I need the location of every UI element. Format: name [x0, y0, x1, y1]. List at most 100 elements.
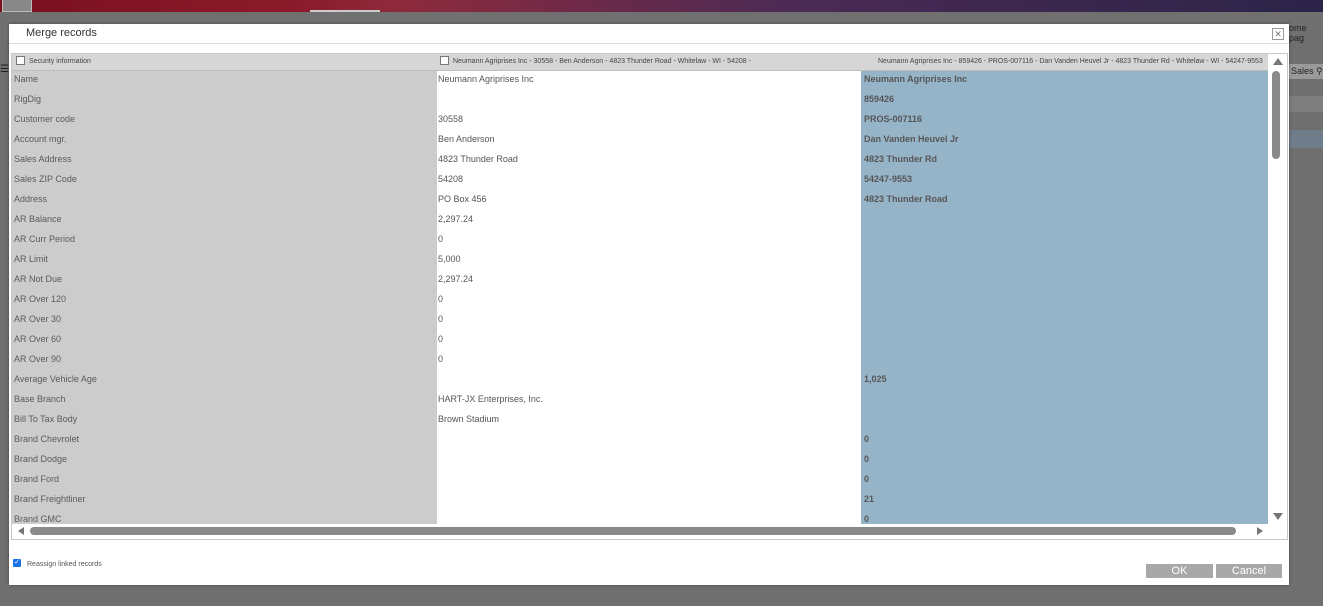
- record-2-value[interactable]: 4823 Thunder Road: [864, 194, 948, 204]
- grid-header: Security information Neumann Agriprises …: [12, 54, 1268, 71]
- field-label: Brand Dodge: [14, 454, 68, 464]
- reassign-label: Reassign linked records: [27, 560, 102, 568]
- table-row: AR Over 90 0: [12, 351, 1268, 371]
- horizontal-scrollbar[interactable]: [12, 524, 1268, 538]
- field-label: AR Over 90: [14, 354, 62, 364]
- sales-search-button: Sales ⚲: [1288, 64, 1323, 79]
- record-2-value[interactable]: 0: [864, 514, 869, 524]
- record-1-value[interactable]: 54208: [438, 174, 463, 184]
- record-1-value[interactable]: Neumann Agriprises Inc: [438, 74, 534, 84]
- table-row: AR Over 30 0: [12, 311, 1268, 331]
- record-2-value[interactable]: 0: [864, 474, 869, 484]
- table-row: AR Limit 5,000: [12, 251, 1268, 271]
- scroll-up-icon[interactable]: [1273, 58, 1283, 65]
- record-2-value[interactable]: 4823 Thunder Rd: [864, 154, 937, 164]
- field-label: AR Over 60: [14, 334, 62, 344]
- grid-rows: Name Neumann Agriprises Inc Neumann Agripr…: [12, 71, 1268, 524]
- ok-button[interactable]: OK: [1146, 564, 1213, 578]
- field-label: RigDig: [14, 94, 42, 104]
- field-label: AR Over 30: [14, 314, 62, 324]
- table-row: Base Branch HART-JX Enterprises, Inc.: [12, 391, 1268, 411]
- close-icon[interactable]: ✕: [1272, 28, 1284, 40]
- table-row: Address PO Box 456 4823 Thunder Road: [12, 191, 1268, 211]
- record-2-value[interactable]: 859426: [864, 94, 894, 104]
- table-row: Brand Ford 0: [12, 471, 1268, 491]
- field-label: Name: [14, 74, 39, 84]
- horizontal-scroll-thumb[interactable]: [30, 527, 1236, 535]
- record-1-value[interactable]: 0: [438, 234, 443, 244]
- field-label: Sales ZIP Code: [14, 174, 77, 184]
- scroll-right-icon[interactable]: [1257, 527, 1263, 535]
- background-row: [1288, 96, 1323, 112]
- table-row: Brand GMC 0: [12, 511, 1268, 524]
- record-1-value[interactable]: 4823 Thunder Road: [438, 154, 518, 164]
- record-1-value[interactable]: 30558: [438, 114, 463, 124]
- field-label: Customer code: [14, 114, 76, 124]
- app-top-bar: [0, 0, 1323, 12]
- table-row: Brand Dodge 0: [12, 451, 1268, 471]
- field-label: Brand GMC: [14, 514, 62, 524]
- field-label: AR Over 120: [14, 294, 67, 304]
- merge-records-dialog: Merge records ✕ Security information Neu…: [9, 24, 1289, 585]
- record-1-value[interactable]: Brown Stadium: [438, 414, 499, 424]
- record-1-value[interactable]: 2,297.24: [438, 214, 473, 224]
- record-1-value[interactable]: 0: [438, 354, 443, 364]
- record-1-value[interactable]: 0: [438, 314, 443, 324]
- field-label: AR Limit: [14, 254, 49, 264]
- table-row: Bill To Tax Body Brown Stadium: [12, 411, 1268, 431]
- record-1-value[interactable]: PO Box 456: [438, 194, 487, 204]
- table-row: Account mgr. Ben Anderson Dan Vanden Heuve…: [12, 131, 1268, 151]
- table-row: AR Balance 2,297.24: [12, 211, 1268, 231]
- record-2-value[interactable]: Neumann Agriprises Inc: [864, 74, 967, 84]
- field-label: Account mgr.: [14, 134, 67, 144]
- record-1-value[interactable]: 0: [438, 294, 443, 304]
- table-row: AR Curr Period 0: [12, 231, 1268, 251]
- header-record-2: Neumann Agriprises Inc - 859426 - PROS-0…: [878, 58, 1264, 65]
- background-row-selected: [1288, 130, 1323, 148]
- cancel-button[interactable]: Cancel: [1216, 564, 1282, 578]
- field-label: Bill To Tax Body: [14, 414, 78, 424]
- header-security-information: Security information: [16, 54, 436, 70]
- record-2-value[interactable]: 54247-9553: [864, 174, 912, 184]
- record-2-value[interactable]: 0: [864, 434, 869, 444]
- record-2-value[interactable]: 21: [864, 494, 874, 504]
- record-1-value[interactable]: Ben Anderson: [438, 134, 495, 144]
- record-2-value[interactable]: 1,025: [864, 374, 887, 384]
- vertical-scroll-thumb[interactable]: [1272, 71, 1280, 159]
- record-1-value[interactable]: 2,297.24: [438, 274, 473, 284]
- table-row: Sales Address 4823 Thunder Road 4823 Thund…: [12, 151, 1268, 171]
- table-row: Average Vehicle Age 1,025: [12, 371, 1268, 391]
- record-1-value[interactable]: 0: [438, 334, 443, 344]
- title-divider: [9, 43, 1289, 44]
- record-2-value[interactable]: 0: [864, 454, 869, 464]
- table-row: RigDig 859426: [12, 91, 1268, 111]
- header-record-1: Neumann Agriprises Inc - 30558 - Ben And…: [440, 54, 860, 70]
- field-label: Brand Ford: [14, 474, 60, 484]
- record-1-checkbox[interactable]: [440, 55, 449, 65]
- record-2-value[interactable]: Dan Vanden Heuvel Jr: [864, 134, 959, 144]
- table-row: AR Over 60 0: [12, 331, 1268, 351]
- security-information-checkbox[interactable]: [16, 55, 25, 65]
- table-row: Brand Chevrolet 0: [12, 431, 1268, 451]
- table-row: Sales ZIP Code 54208 54247-9553: [12, 171, 1268, 191]
- reassign-checkbox[interactable]: ✓: [13, 559, 21, 567]
- record-2-value[interactable]: PROS-007116: [864, 114, 922, 124]
- field-label: AR Balance: [14, 214, 62, 224]
- record-1-value[interactable]: 5,000: [438, 254, 461, 264]
- field-label: Sales Address: [14, 154, 72, 164]
- dialog-title: Merge records: [26, 27, 97, 39]
- scroll-left-icon[interactable]: [18, 527, 24, 535]
- scroll-down-icon[interactable]: [1273, 513, 1283, 520]
- field-label: Brand Freightliner: [14, 494, 86, 504]
- merge-grid: Security information Neumann Agriprises …: [11, 53, 1288, 540]
- table-row: AR Not Due 2,297.24: [12, 271, 1268, 291]
- field-label: AR Not Due: [14, 274, 63, 284]
- vertical-scrollbar[interactable]: [1269, 54, 1286, 524]
- reassign-linked-records[interactable]: ✓ Reassign linked records: [13, 559, 102, 568]
- record-1-value[interactable]: HART-JX Enterprises, Inc.: [438, 394, 543, 404]
- table-row: AR Over 120 0: [12, 291, 1268, 311]
- field-label: Brand Chevrolet: [14, 434, 80, 444]
- field-label: Address: [14, 194, 48, 204]
- home-page-link: ome pag: [1289, 23, 1307, 43]
- menu-icon: ☰: [0, 64, 9, 75]
